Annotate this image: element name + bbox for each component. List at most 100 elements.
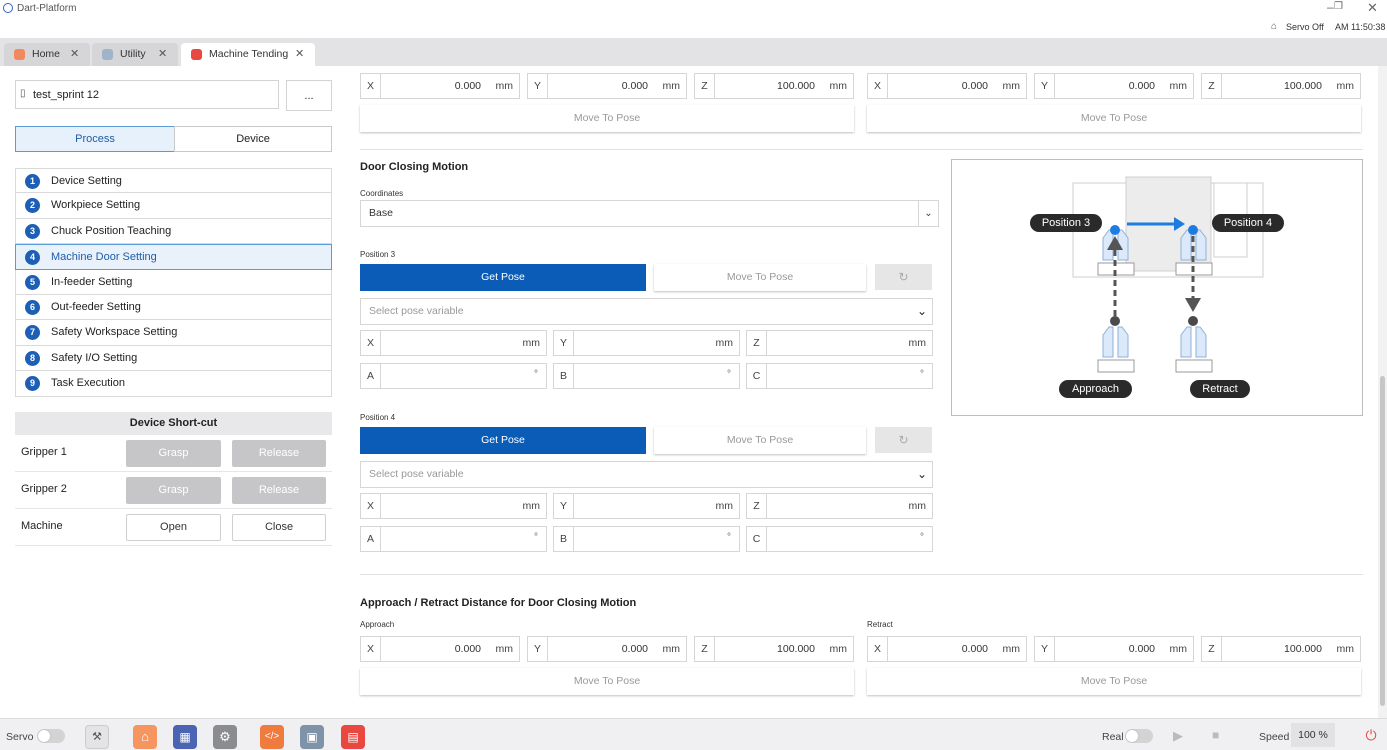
minimize-icon[interactable]: – bbox=[1327, 0, 1334, 14]
close-icon[interactable]: ✕ bbox=[1367, 0, 1378, 16]
speed-value[interactable]: 100 % bbox=[1291, 723, 1335, 747]
position-3-a-field[interactable]: A ° bbox=[360, 363, 547, 389]
menu-item-device-setting[interactable]: 1 Device Setting bbox=[15, 168, 332, 194]
retract-z-field[interactable]: Z 100.000 mm bbox=[1201, 636, 1361, 662]
top-right-x-field[interactable]: X 0.000 mm bbox=[867, 73, 1027, 99]
position-3-z-field[interactable]: Zmm bbox=[746, 330, 933, 356]
gripper-1-grasp-button[interactable]: Grasp bbox=[126, 440, 221, 467]
power-icon[interactable]: ⏻ bbox=[1361, 725, 1381, 745]
stop-icon[interactable]: ■ bbox=[1212, 728, 1219, 742]
tab-label: Utility bbox=[120, 48, 146, 60]
menu-label: Workpiece Setting bbox=[51, 199, 141, 212]
placeholder: Select pose variable bbox=[369, 468, 464, 480]
top-left-y-field[interactable]: Y 0.000 mm bbox=[527, 73, 687, 99]
top-right-z-field[interactable]: Z 100.000 mm bbox=[1201, 73, 1361, 99]
machine-tending-app-icon[interactable]: ▤ bbox=[341, 725, 365, 749]
top-left-x-field[interactable]: X 0.000 mm bbox=[360, 73, 520, 99]
menu-item-out-feeder-setting[interactable]: 6 Out-feeder Setting bbox=[15, 294, 332, 321]
restore-icon[interactable]: ❐ bbox=[1334, 1, 1343, 12]
gripper-2-grasp-button[interactable]: Grasp bbox=[126, 477, 221, 504]
menu-item-safety-io-setting[interactable]: 8 Safety I/O Setting bbox=[15, 345, 332, 372]
position-3-label: Position 3 bbox=[360, 250, 396, 259]
approach-label: Approach bbox=[360, 620, 395, 629]
axis-label: X bbox=[361, 494, 381, 518]
position-3-pose-variable-select[interactable]: Select pose variable ⌄ bbox=[360, 298, 933, 325]
approach-x-field[interactable]: X 0.000 mm bbox=[360, 636, 520, 662]
position-4-x-field[interactable]: Xmm bbox=[360, 493, 547, 519]
scrollbar-thumb[interactable] bbox=[1380, 376, 1385, 706]
tab-bar: Home ✕ Utility ✕ Machine Tending ✕ bbox=[0, 38, 1387, 66]
task-name-field[interactable]: ▯ test_sprint 12 bbox=[15, 80, 279, 109]
servo-toggle[interactable] bbox=[37, 729, 65, 743]
value: 100.000 bbox=[777, 80, 815, 92]
position-3-get-pose-button[interactable]: Get Pose bbox=[360, 264, 646, 291]
selected-value: Base bbox=[369, 207, 393, 219]
gripper-2-release-button[interactable]: Release bbox=[232, 477, 326, 504]
position-4-move-to-pose-button[interactable]: Move To Pose bbox=[654, 427, 866, 454]
position-4-y-field[interactable]: Ymm bbox=[553, 493, 740, 519]
machine-open-button[interactable]: Open bbox=[126, 514, 221, 541]
axis-label: A bbox=[361, 527, 381, 551]
tab-machine-tending[interactable]: Machine Tending ✕ bbox=[181, 43, 315, 66]
position-4-pose-variable-select[interactable]: Select pose variable ⌄ bbox=[360, 461, 933, 488]
top-right-y-field[interactable]: Y 0.000 mm bbox=[1034, 73, 1194, 99]
axis-label: X bbox=[361, 331, 381, 355]
position-3-refresh-icon[interactable]: ↻ bbox=[875, 264, 932, 290]
position-4-c-field[interactable]: C ° bbox=[746, 526, 933, 552]
value: 0.000 bbox=[961, 643, 988, 655]
menu-item-in-feeder-setting[interactable]: 5 In-feeder Setting bbox=[15, 269, 332, 295]
play-icon[interactable]: ▶ bbox=[1173, 728, 1183, 744]
device-segment[interactable]: Device bbox=[174, 126, 332, 152]
tab-utility[interactable]: Utility ✕ bbox=[92, 43, 178, 66]
position-4-z-field[interactable]: Zmm bbox=[746, 493, 933, 519]
tab-home[interactable]: Home ✕ bbox=[4, 43, 90, 66]
process-segment[interactable]: Process bbox=[15, 126, 175, 152]
close-tab-icon[interactable]: ✕ bbox=[158, 47, 167, 60]
unit: mm bbox=[495, 643, 514, 655]
menu-item-machine-door-setting[interactable]: 4 Machine Door Setting bbox=[15, 244, 332, 270]
position-4-a-field[interactable]: A ° bbox=[360, 526, 547, 552]
value: 100.000 bbox=[777, 643, 815, 655]
settings-gear-icon[interactable]: ⚙ bbox=[213, 725, 237, 749]
menu-item-chuck-position-teaching[interactable]: 3 Chuck Position Teaching bbox=[15, 218, 332, 245]
clock: AM 11:50:38 bbox=[1335, 22, 1386, 32]
position-3-move-to-pose-button[interactable]: Move To Pose bbox=[654, 264, 866, 291]
coordinates-select[interactable]: Base ⌄ bbox=[360, 200, 939, 227]
position-3-c-field[interactable]: C ° bbox=[746, 363, 933, 389]
retract-x-field[interactable]: X 0.000 mm bbox=[867, 636, 1027, 662]
close-tab-icon[interactable]: ✕ bbox=[70, 47, 79, 60]
toolbox-icon[interactable]: ▣ bbox=[300, 725, 324, 749]
step-number: 8 bbox=[25, 350, 40, 366]
wrench-icon[interactable]: ⚒ bbox=[85, 725, 109, 749]
approach-y-field[interactable]: Y 0.000 mm bbox=[527, 636, 687, 662]
real-label: Real bbox=[1102, 731, 1124, 743]
close-tab-icon[interactable]: ✕ bbox=[295, 47, 304, 60]
code-editor-icon[interactable]: </> bbox=[260, 725, 284, 749]
main-scrollbar[interactable] bbox=[1378, 66, 1387, 718]
approach-z-field[interactable]: Z 100.000 mm bbox=[694, 636, 854, 662]
home-app-icon[interactable]: ⌂ bbox=[133, 725, 157, 749]
step-number: 9 bbox=[25, 376, 40, 392]
retract-move-to-pose-button[interactable]: Move To Pose bbox=[867, 668, 1361, 695]
menu-item-workpiece-setting[interactable]: 2 Workpiece Setting bbox=[15, 193, 332, 219]
top-left-z-field[interactable]: Z 100.000 mm bbox=[694, 73, 854, 99]
apps-icon[interactable]: ▦ bbox=[173, 725, 197, 749]
axis-label: X bbox=[361, 74, 381, 98]
approach-move-to-pose-button[interactable]: Move To Pose bbox=[360, 668, 854, 695]
machine-close-button[interactable]: Close bbox=[232, 514, 326, 541]
position-4-get-pose-button[interactable]: Get Pose bbox=[360, 427, 646, 454]
unit: mm bbox=[1002, 80, 1021, 92]
real-toggle[interactable] bbox=[1125, 729, 1153, 743]
menu-item-safety-workspace-setting[interactable]: 7 Safety Workspace Setting bbox=[15, 320, 332, 346]
top-right-move-to-pose-button[interactable]: Move To Pose bbox=[867, 105, 1361, 132]
position-3-b-field[interactable]: B ° bbox=[553, 363, 740, 389]
position-3-y-field[interactable]: Ymm bbox=[553, 330, 740, 356]
more-button[interactable]: ... bbox=[286, 80, 332, 111]
position-4-b-field[interactable]: B ° bbox=[553, 526, 740, 552]
retract-y-field[interactable]: Y 0.000 mm bbox=[1034, 636, 1194, 662]
top-left-move-to-pose-button[interactable]: Move To Pose bbox=[360, 105, 854, 132]
menu-item-task-execution[interactable]: 9 Task Execution bbox=[15, 371, 332, 397]
position-3-x-field[interactable]: Xmm bbox=[360, 330, 547, 356]
gripper-1-release-button[interactable]: Release bbox=[232, 440, 326, 467]
position-4-refresh-icon[interactable]: ↻ bbox=[875, 427, 932, 453]
